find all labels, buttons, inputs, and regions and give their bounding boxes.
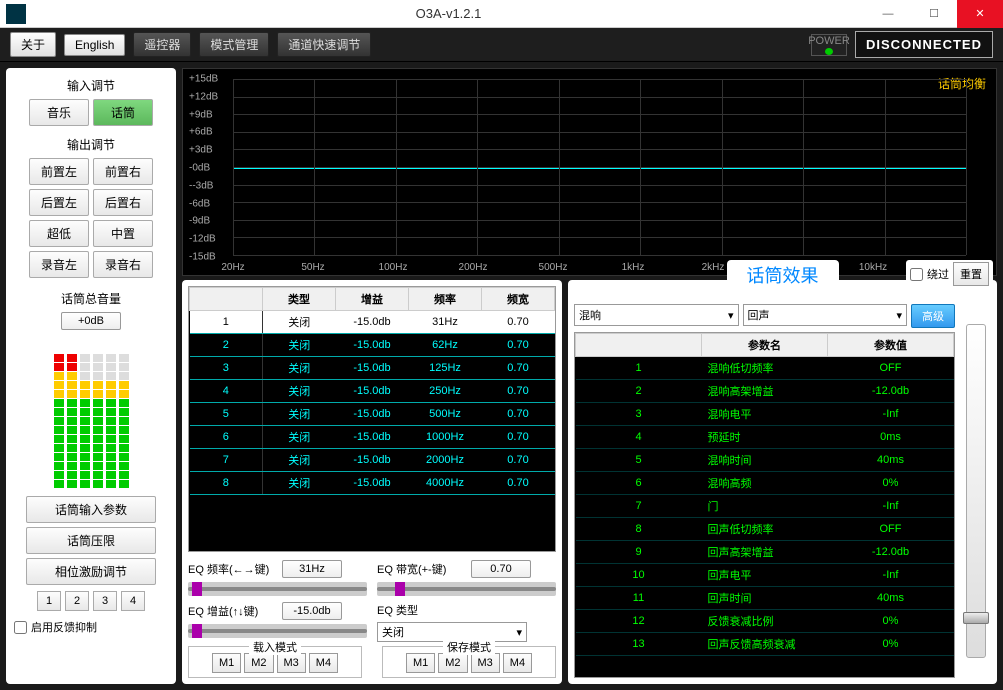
effect-select-2[interactable]: 回声▾ — [743, 304, 908, 326]
power-indicator[interactable]: POWER — [811, 34, 847, 56]
front-left-button[interactable]: 前置左 — [29, 158, 89, 185]
left-panel: 输入调节 音乐 话筒 输出调节 前置左前置右 后置左后置右 超低中置 录音左录音… — [6, 68, 176, 684]
mode-mgmt-button[interactable]: 模式管理 — [199, 32, 269, 57]
effect-row[interactable]: 11回声时间40ms — [576, 587, 954, 610]
mic-total-vol-label: 话筒总音量 — [12, 290, 170, 307]
toolbar: 关于 English 遥控器 模式管理 通道快速调节 POWER DISCONN… — [0, 28, 1003, 62]
music-button[interactable]: 音乐 — [29, 99, 89, 126]
eq-table-panel: 类型增益频率频宽1关闭-15.0db31Hz0.702关闭-15.0db62Hz… — [182, 280, 562, 684]
app-icon — [6, 4, 26, 24]
eq-gain-label: EQ 增益(↑↓键) — [188, 603, 278, 619]
center-button[interactable]: 中置 — [93, 220, 153, 247]
input-adjust-label: 输入调节 — [12, 77, 170, 94]
effect-row[interactable]: 6混响高频0% — [576, 472, 954, 495]
effect-table[interactable]: 参数名参数值1混响低切频率OFF2混响高架增益-12.0db3混响电平-Inf4… — [574, 332, 955, 678]
close-button[interactable]: ✕ — [957, 0, 1003, 28]
eq-table[interactable]: 类型增益频率频宽1关闭-15.0db31Hz0.702关闭-15.0db62Hz… — [188, 286, 556, 552]
effect-row[interactable]: 10回声电平-Inf — [576, 564, 954, 587]
titlebar: O3A-v1.2.1 — ☐ ✕ — [0, 0, 1003, 28]
channel-quick-button[interactable]: 通道快速调节 — [277, 32, 371, 57]
eq-freq-label: EQ 频率(←→键) — [188, 561, 278, 577]
load-mode-M2[interactable]: M2 — [244, 653, 273, 673]
mic-comp-button[interactable]: 话筒压限 — [26, 527, 156, 554]
effect-row[interactable]: 1混响低切频率OFF — [576, 357, 954, 380]
output-adjust-label: 输出调节 — [12, 136, 170, 153]
reset-button[interactable]: 重置 — [953, 262, 989, 286]
eq-gain-value: -15.0db — [282, 602, 342, 620]
effect-panel: 话筒效果 绕过 重置 混响▾ 回声▾ 高级 参数名参数值1混响低切频率OFF2混… — [568, 280, 997, 684]
effect-row[interactable]: 3混响电平-Inf — [576, 403, 954, 426]
advanced-button[interactable]: 高级 — [911, 304, 955, 328]
eq-gain-slider[interactable] — [188, 624, 367, 638]
load-mode-label: 载入模式 — [249, 639, 301, 655]
eq-freq-slider[interactable] — [188, 582, 367, 596]
phase-exc-button[interactable]: 相位激励调节 — [26, 558, 156, 585]
chevron-down-icon: ▾ — [728, 309, 734, 322]
eq-row[interactable]: 5关闭-15.0db500Hz0.70 — [190, 403, 555, 426]
disconnected-button[interactable]: DISCONNECTED — [855, 31, 993, 58]
window-title: O3A-v1.2.1 — [32, 6, 865, 21]
remote-button[interactable]: 遥控器 — [133, 32, 191, 57]
feedback-checkbox[interactable] — [14, 621, 27, 634]
bypass-label: 绕过 — [927, 266, 949, 282]
effect-row[interactable]: 12反馈衰减比例0% — [576, 610, 954, 633]
eq-type-label: EQ 类型 — [377, 602, 467, 618]
effect-title: 话筒效果 — [727, 260, 839, 290]
save-mode-M2[interactable]: M2 — [438, 653, 467, 673]
rear-right-button[interactable]: 后置右 — [93, 189, 153, 216]
eq-row[interactable]: 4关闭-15.0db250Hz0.70 — [190, 380, 555, 403]
about-button[interactable]: 关于 — [10, 32, 56, 57]
english-button[interactable]: English — [64, 34, 125, 56]
eq-row[interactable]: 8关闭-15.0db4000Hz0.70 — [190, 472, 555, 495]
rec-right-button[interactable]: 录音右 — [93, 251, 153, 278]
effect-row[interactable]: 2混响高架增益-12.0db — [576, 380, 954, 403]
mic-input-params-button[interactable]: 话筒输入参数 — [26, 496, 156, 523]
eq-row[interactable]: 2关闭-15.0db62Hz0.70 — [190, 334, 555, 357]
effect-row[interactable]: 7门-Inf — [576, 495, 954, 518]
eq-freq-value: 31Hz — [282, 560, 342, 578]
num-button-4[interactable]: 4 — [121, 591, 145, 611]
effect-vslider[interactable] — [966, 324, 986, 658]
eq-bw-label: EQ 带宽(+-键) — [377, 561, 467, 577]
eq-row[interactable]: 1关闭-15.0db31Hz0.70 — [190, 311, 555, 334]
eq-graph: 话筒均衡 +15dB+12dB+9dB+6dB+3dB-0dB--3dB-6dB… — [182, 68, 997, 276]
feedback-label: 启用反馈抑制 — [31, 619, 97, 635]
bypass-checkbox[interactable] — [910, 268, 923, 281]
level-meters — [12, 338, 170, 488]
effect-row[interactable]: 4预延时0ms — [576, 426, 954, 449]
load-mode-M4[interactable]: M4 — [309, 653, 338, 673]
sub-button[interactable]: 超低 — [29, 220, 89, 247]
chevron-down-icon: ▾ — [896, 309, 902, 322]
power-led-icon — [825, 48, 833, 55]
eq-row[interactable]: 3关闭-15.0db125Hz0.70 — [190, 357, 555, 380]
save-mode-label: 保存模式 — [443, 639, 495, 655]
effect-select-1[interactable]: 混响▾ — [574, 304, 739, 326]
eq-row[interactable]: 7关闭-15.0db2000Hz0.70 — [190, 449, 555, 472]
effect-row[interactable]: 9回声高架增益-12.0db — [576, 541, 954, 564]
chevron-down-icon: ▾ — [516, 626, 522, 639]
effect-row[interactable]: 8回声低切频率OFF — [576, 518, 954, 541]
eq-row[interactable]: 6关闭-15.0db1000Hz0.70 — [190, 426, 555, 449]
load-mode-M1[interactable]: M1 — [212, 653, 241, 673]
volume-display: +0dB — [61, 312, 121, 330]
num-button-2[interactable]: 2 — [65, 591, 89, 611]
eq-bw-slider[interactable] — [377, 582, 556, 596]
front-right-button[interactable]: 前置右 — [93, 158, 153, 185]
eq-bw-value: 0.70 — [471, 560, 531, 578]
effect-row[interactable]: 5混响时间40ms — [576, 449, 954, 472]
save-mode-M4[interactable]: M4 — [503, 653, 532, 673]
mic-button[interactable]: 话筒 — [93, 99, 153, 126]
effect-row[interactable]: 13回声反馈高频衰减0% — [576, 633, 954, 656]
num-button-1[interactable]: 1 — [37, 591, 61, 611]
num-button-3[interactable]: 3 — [93, 591, 117, 611]
minimize-button[interactable]: — — [865, 0, 911, 28]
save-mode-M1[interactable]: M1 — [406, 653, 435, 673]
maximize-button[interactable]: ☐ — [911, 0, 957, 28]
save-mode-M3[interactable]: M3 — [471, 653, 500, 673]
rear-left-button[interactable]: 后置左 — [29, 189, 89, 216]
rec-left-button[interactable]: 录音左 — [29, 251, 89, 278]
load-mode-M3[interactable]: M3 — [277, 653, 306, 673]
